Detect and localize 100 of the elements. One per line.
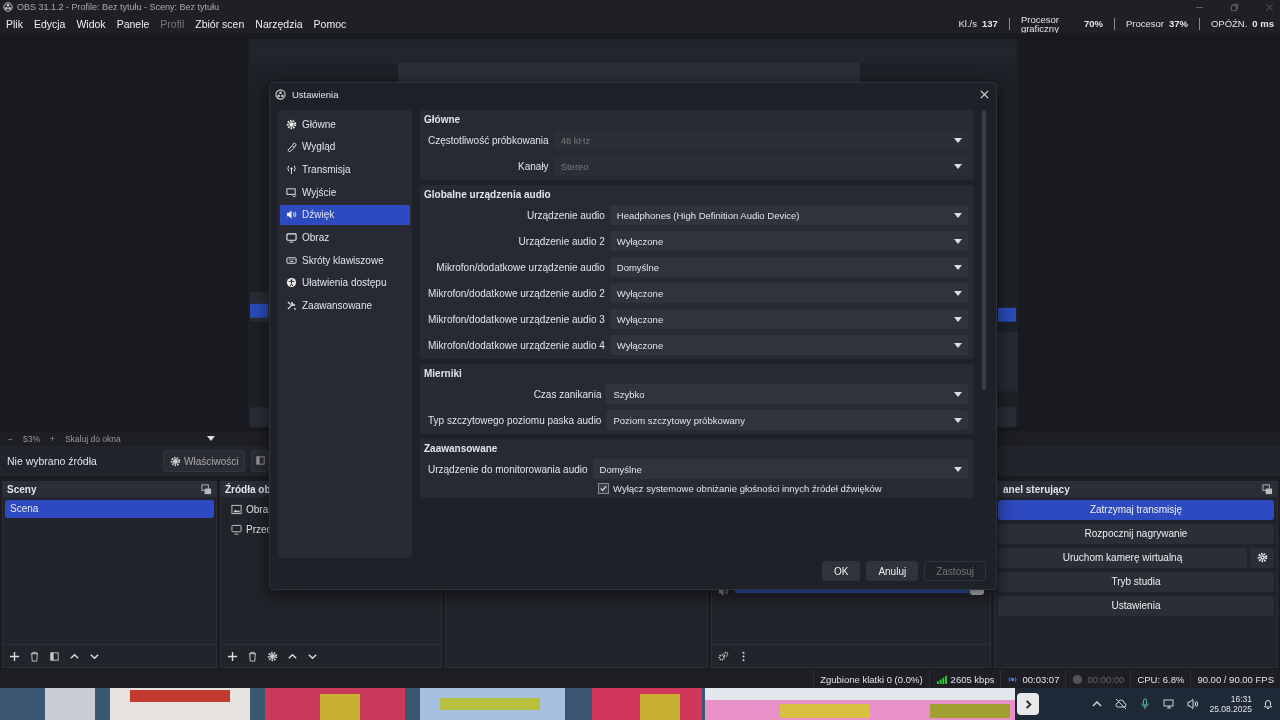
menu-item[interactable]: Widok	[76, 17, 106, 30]
stat-value: 0 ms	[1252, 18, 1274, 30]
field-label: Mikrofon/dodatkowe urządzenie audio	[435, 261, 605, 273]
properties-button[interactable]: Właściwości	[163, 450, 246, 472]
accessibility-icon	[286, 277, 297, 289]
filter-icon[interactable]	[49, 650, 60, 662]
sidebar-item[interactable]: Obraz	[280, 227, 410, 248]
dropdown[interactable]: Poziom szczytowy próbkowany	[606, 410, 968, 430]
notification-icon[interactable]	[1262, 698, 1274, 710]
output-icon	[286, 186, 297, 198]
speaker-icon[interactable]	[1187, 698, 1200, 710]
restore-icon[interactable]	[1230, 2, 1239, 12]
gear-icon	[286, 118, 297, 130]
sidebar-item[interactable]: Dźwięk	[280, 204, 410, 225]
app-logo-icon	[275, 88, 286, 100]
gears-icon[interactable]	[718, 650, 729, 662]
menu-item[interactable]: Plik	[6, 17, 23, 30]
app-logo-icon	[3, 2, 13, 13]
window-title: OBS 31.1.2 - Profile: Bez tytułu - Sceny: Bez tytułu	[17, 2, 220, 13]
brush-icon	[286, 141, 297, 153]
checkbox[interactable]	[598, 483, 609, 494]
bitrate: 2605 kbps	[950, 673, 995, 685]
stat-value: 70%	[1083, 18, 1103, 30]
stat-label: Kl./s	[958, 18, 977, 30]
source-item[interactable]: Obra	[246, 504, 269, 516]
dropdown[interactable]: Wyłączone	[609, 335, 968, 355]
sidebar-item[interactable]: Wyjście	[280, 182, 410, 203]
dropdown[interactable]: Wyłączone	[609, 309, 968, 329]
stat-label: OPÓŹN.	[1210, 18, 1248, 30]
record-time: 00:00:00	[1087, 673, 1125, 685]
section-title: Globalne urządzenia audio	[424, 189, 552, 201]
dropdown[interactable]: Wyłączone	[609, 283, 968, 303]
undock-icon[interactable]	[201, 483, 212, 495]
dropdown[interactable]: Domyślne	[609, 257, 968, 277]
field-label: Mikrofon/dodatkowe urządzenie audio 2	[428, 287, 605, 299]
checkbox-label: Wyłącz systemowe obniżanie głośności innych źródeł dźwięków	[613, 483, 882, 494]
control-button[interactable]: Rozpocznij nagrywanie	[998, 523, 1274, 544]
zoom-out-button[interactable]: −	[8, 433, 13, 444]
menu-item[interactable]: Pomoc	[313, 17, 347, 30]
next-button[interactable]	[1017, 693, 1039, 715]
section-title: Zaawansowane	[424, 443, 499, 455]
menu-item[interactable]: Panele	[116, 17, 150, 30]
undock-icon[interactable]	[1262, 483, 1273, 495]
stat-label: Procesor graficzny	[1020, 14, 1060, 33]
filter-icon	[255, 454, 267, 466]
trash-icon[interactable]	[247, 650, 258, 662]
gear-icon	[1256, 552, 1268, 564]
dropdown[interactable]: Szybko	[606, 384, 968, 404]
dock-title: Sceny	[7, 483, 37, 495]
add-icon[interactable]	[9, 650, 20, 662]
tools-icon	[286, 300, 297, 311]
antenna-icon	[286, 163, 297, 175]
dropdown[interactable]: Wyłączone	[609, 231, 968, 251]
sidebar-item[interactable]: Ułatwienia dostępu	[280, 272, 410, 293]
dialog-title: Ustawienia	[292, 88, 339, 100]
zoom-mode-dropdown[interactable]: Skaluj do okna	[64, 433, 215, 444]
record-icon	[1072, 673, 1084, 685]
field-label: Kanały	[517, 160, 549, 172]
settings-button[interactable]	[1250, 547, 1274, 568]
keyboard-icon	[286, 254, 297, 266]
sidebar-item[interactable]: Zaawansowane	[280, 295, 410, 316]
dropdown[interactable]: Domyślne	[592, 459, 968, 479]
dialog-button[interactable]: Anuluj	[866, 561, 919, 581]
section-title: Główne	[424, 114, 462, 126]
stat-label: Procesor	[1125, 18, 1164, 30]
scene-item[interactable]: Scena	[5, 499, 214, 518]
stat-value: 37%	[1168, 18, 1188, 30]
sidebar-item[interactable]: Transmisja	[280, 159, 410, 180]
gear-icon[interactable]	[267, 650, 278, 662]
cloud-off-icon[interactable]	[1115, 698, 1128, 710]
clock-date[interactable]: 25.08.2025	[1209, 704, 1252, 714]
source-status: Nie wybrano źródła	[7, 455, 98, 467]
caret-icon	[206, 436, 215, 442]
control-button[interactable]: Tryb studia	[998, 571, 1274, 592]
add-icon[interactable]	[227, 650, 238, 662]
zoom-in-button[interactable]: +	[50, 433, 55, 444]
control-button[interactable]: Zatrzymaj transmisję	[998, 499, 1274, 520]
field-label: Czas zanikania	[532, 388, 602, 400]
section-title: Mierniki	[424, 368, 463, 380]
sidebar-item[interactable]: Wygląd	[280, 136, 410, 157]
control-button[interactable]: Uruchom kamerę wirtualną	[998, 547, 1247, 568]
clock-time[interactable]: 16:31	[1230, 694, 1252, 704]
zoom-level: 53%	[22, 433, 40, 444]
menu-item[interactable]: Narzędzia	[255, 17, 303, 30]
menu-item[interactable]: Edycja	[33, 17, 66, 30]
sidebar-item[interactable]: Skróty klawiszowe	[280, 250, 410, 271]
trash-icon[interactable]	[29, 650, 40, 662]
field-label: Urządzenie audio 2	[517, 235, 605, 247]
dialog-button[interactable]: OK	[821, 561, 861, 581]
field-label: Częstotliwość próbkowania	[428, 134, 549, 146]
field-label: Urządzenie audio	[525, 209, 605, 221]
menu-item[interactable]: Zbiór scen	[195, 17, 245, 30]
control-button[interactable]: Ustawienia	[998, 595, 1274, 616]
network-icon[interactable]	[1163, 698, 1176, 710]
field-label: Mikrofon/dodatkowe urządzenie audio 3	[428, 313, 605, 325]
sidebar-item[interactable]: Główne	[280, 114, 410, 134]
stream-time: 00:03:07	[1022, 673, 1060, 685]
dropdown[interactable]: Headphones (High Definition Audio Device)	[609, 205, 968, 225]
image-icon	[231, 504, 242, 516]
filters-button[interactable]	[251, 450, 270, 472]
